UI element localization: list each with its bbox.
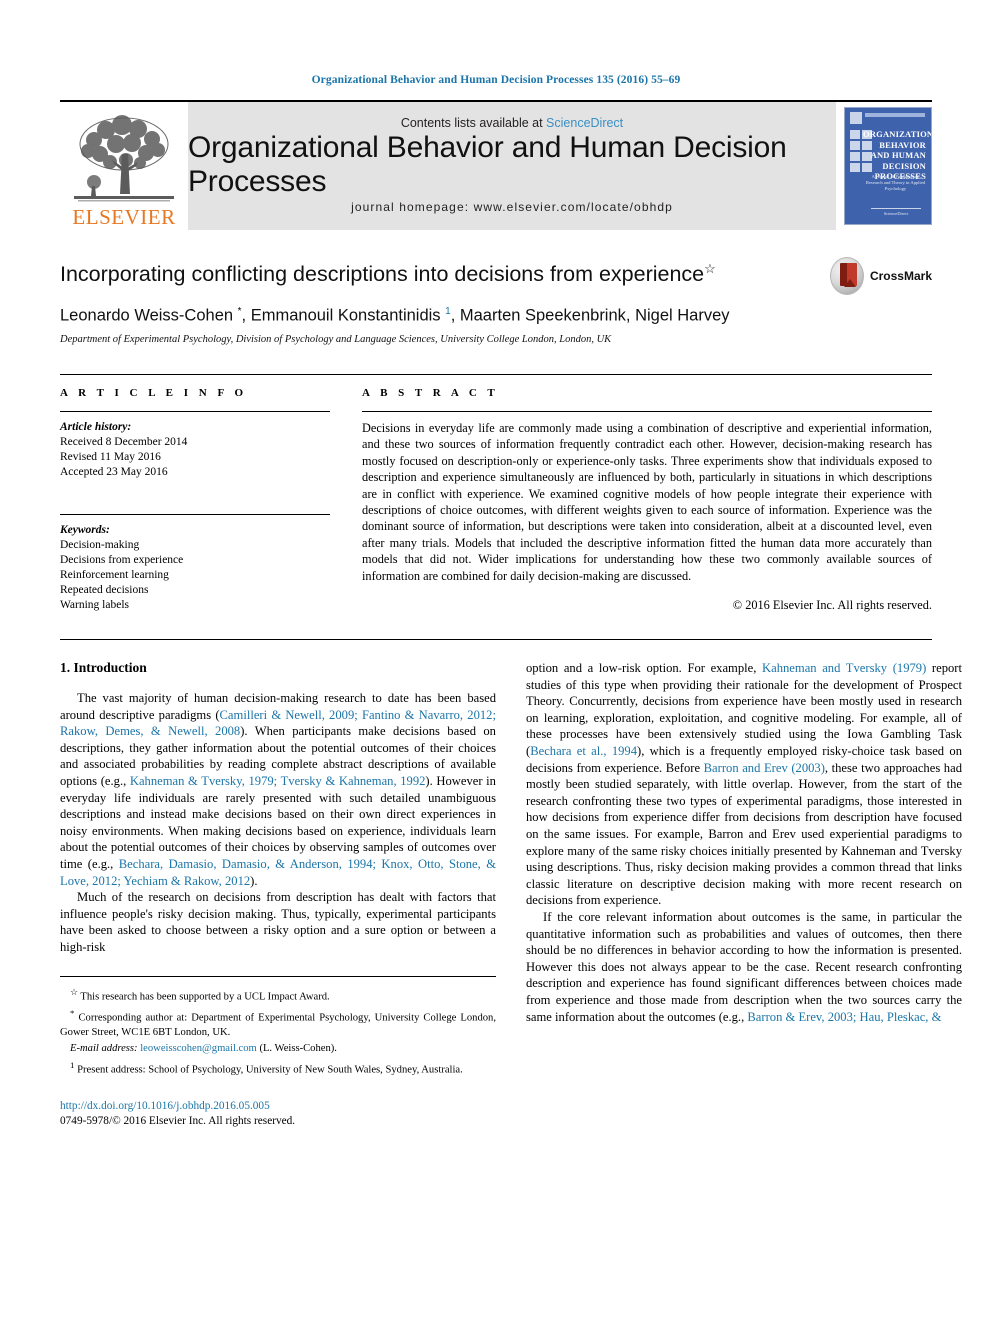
text-run: If the core relevant information about o… [526, 909, 962, 1024]
article-info-heading: A R T I C L E I N F O [60, 387, 248, 399]
footnotes-block: ☆ This research has been supported by a … [60, 975, 496, 1078]
citation-link[interactable]: Bechara, Damasio, Damasio, & Anderson, 1… [60, 857, 496, 888]
text-run: , these two approaches had mostly been s… [526, 760, 962, 908]
keyword-item: Warning labels [60, 599, 130, 611]
abstract-rule [362, 411, 932, 412]
cover-title-line3: AND HUMAN [870, 150, 926, 160]
elsevier-tree-icon [68, 110, 180, 206]
citation-link[interactable]: Kahneman and Tversky (1979) [762, 661, 926, 675]
abstract-column: A B S T R A C T Decisions in everyday li… [362, 387, 932, 613]
abstract-heading: A B S T R A C T [362, 387, 499, 399]
citation-link[interactable]: Bechara et al., 1994 [530, 744, 637, 758]
article-body: 1. Introduction The vast majority of hum… [60, 639, 962, 1128]
contents-prefix: Contents lists available at [400, 116, 547, 130]
crossmark-triangle-shape [844, 279, 856, 287]
cover-top-bar [865, 113, 925, 117]
article-page: Organizational Behavior and Human Decisi… [0, 0, 992, 1323]
page-title: Incorporating conflicting descriptions i… [60, 256, 932, 287]
elsevier-wordmark: ELSEVIER [72, 205, 176, 229]
email-suffix: (L. Weiss-Cohen). [259, 1042, 337, 1054]
cover-subtitle: A Journal of Fundamental Research and Th… [865, 174, 926, 191]
citation-link[interactable]: Barron & Erev, 2003; Hau, Pleskac, & [747, 1010, 941, 1024]
abstract-text: Decisions in everyday life are commonly … [362, 421, 932, 583]
journal-banner: Contents lists available at ScienceDirec… [188, 102, 836, 230]
cover-elsevier-icon [850, 112, 862, 124]
keywords-rule [60, 514, 330, 515]
footnote-corr-text: Corresponding author at: Department of E… [60, 1012, 496, 1038]
cover-title-line1: ORGANIZATIONAL [863, 129, 932, 139]
author-list: Leonardo Weiss-Cohen *, Emmanouil Konsta… [60, 306, 730, 325]
article-title-text: Incorporating conflicting descriptions i… [60, 262, 705, 287]
cover-title-line2: BEHAVIOR [879, 139, 926, 150]
footnote-corr-marker: * [70, 1008, 75, 1019]
citation-link[interactable]: Barron and Erev (2003) [704, 761, 825, 775]
doi-link[interactable]: http://dx.doi.org/10.1016/j.obhdp.2016.0… [60, 1099, 496, 1114]
email-link[interactable]: leoweisscohen@gmail.com [140, 1043, 257, 1054]
crossmark-icon [830, 257, 864, 295]
email-label: E-mail address: [70, 1042, 138, 1054]
paragraph-intro-1: The vast majority of human decision-maki… [60, 690, 496, 889]
elsevier-logo: ELSEVIER [60, 102, 188, 230]
doi-block: http://dx.doi.org/10.1016/j.obhdp.2016.0… [60, 1099, 496, 1128]
crossmark-label: CrossMark [869, 269, 932, 283]
footnote-present-marker: 1 [70, 1059, 75, 1070]
running-head: Organizational Behavior and Human Decisi… [311, 74, 681, 86]
keyword-item: Decision-making [60, 539, 140, 551]
crossmark-badge[interactable]: CrossMark [830, 256, 932, 296]
text-run: ). [250, 873, 258, 888]
footnote-present-text: Present address: School of Psychology, U… [77, 1064, 463, 1076]
article-history-item: Received 8 December 2014 [60, 436, 188, 448]
footnote-star-text: This research has been supported by a UC… [80, 991, 330, 1003]
text-run: option and a low-risk option. For exampl… [526, 661, 763, 676]
journal-title: Organizational Behavior and Human Decisi… [188, 131, 787, 198]
journal-masthead: ELSEVIER Contents lists available at Sci… [60, 100, 932, 230]
footnote-corresponding: * Corresponding author at: Department of… [60, 1006, 496, 1040]
sciencedirect-link[interactable]: ScienceDirect [546, 116, 623, 130]
footnote-star: ☆ This research has been supported by a … [60, 985, 496, 1005]
footnote-present-address: 1 Present address: School of Psychology,… [60, 1058, 496, 1078]
cover-footer: ScienceDirect [871, 208, 921, 216]
keywords-block: Keywords: Decision-making Decisions from… [60, 514, 330, 613]
keywords-label: Keywords: [60, 524, 110, 536]
article-info-column: A R T I C L E I N F O Article history: R… [60, 387, 330, 613]
footnote-email: E-mail address: leoweisscohen@gmail.com … [60, 1042, 496, 1056]
body-column-right: option and a low-risk option. For exampl… [526, 660, 962, 1128]
paragraph-intro-3: option and a low-risk option. For exampl… [526, 660, 962, 909]
article-history-item: Revised 11 May 2016 [60, 451, 161, 463]
title-block: Incorporating conflicting descriptions i… [60, 256, 932, 352]
article-history-item: Accepted 23 May 2016 [60, 466, 168, 478]
contents-line: Contents lists available at ScienceDirec… [401, 116, 623, 130]
journal-homepage-link[interactable]: journal homepage: www.elsevier.com/locat… [351, 200, 673, 214]
keyword-item: Reinforcement learning [60, 569, 169, 581]
keyword-item: Repeated decisions [60, 584, 149, 596]
citation-link[interactable]: Kahneman & Tversky, 1979; Tversky & Kahn… [130, 774, 426, 788]
issn-copyright-line: 0749-5978/© 2016 Elsevier Inc. All right… [60, 1114, 296, 1127]
article-history-block: Article history: Received 8 December 201… [60, 420, 330, 480]
paragraph-intro-2: Much of the research on decisions from d… [60, 890, 496, 954]
article-info-rule [60, 411, 330, 412]
section-heading-introduction: 1. Introduction [60, 660, 147, 676]
paragraph-intro-4: If the core relevant information about o… [526, 909, 962, 1025]
info-abstract-section: A R T I C L E I N F O Article history: R… [60, 374, 932, 613]
title-footnote-marker[interactable]: ☆ [704, 261, 716, 276]
journal-cover-thumbnail[interactable]: ORGANIZATIONAL BEHAVIOR AND HUMAN DECISI… [844, 107, 932, 225]
article-history-label: Article history: [60, 421, 132, 433]
keyword-item: Decisions from experience [60, 554, 184, 566]
affiliation: Department of Experimental Psychology, D… [60, 333, 612, 345]
abstract-copyright: © 2016 Elsevier Inc. All rights reserved… [732, 598, 932, 613]
body-column-left: 1. Introduction The vast majority of hum… [60, 660, 496, 1128]
footnote-star-marker: ☆ [70, 986, 78, 997]
